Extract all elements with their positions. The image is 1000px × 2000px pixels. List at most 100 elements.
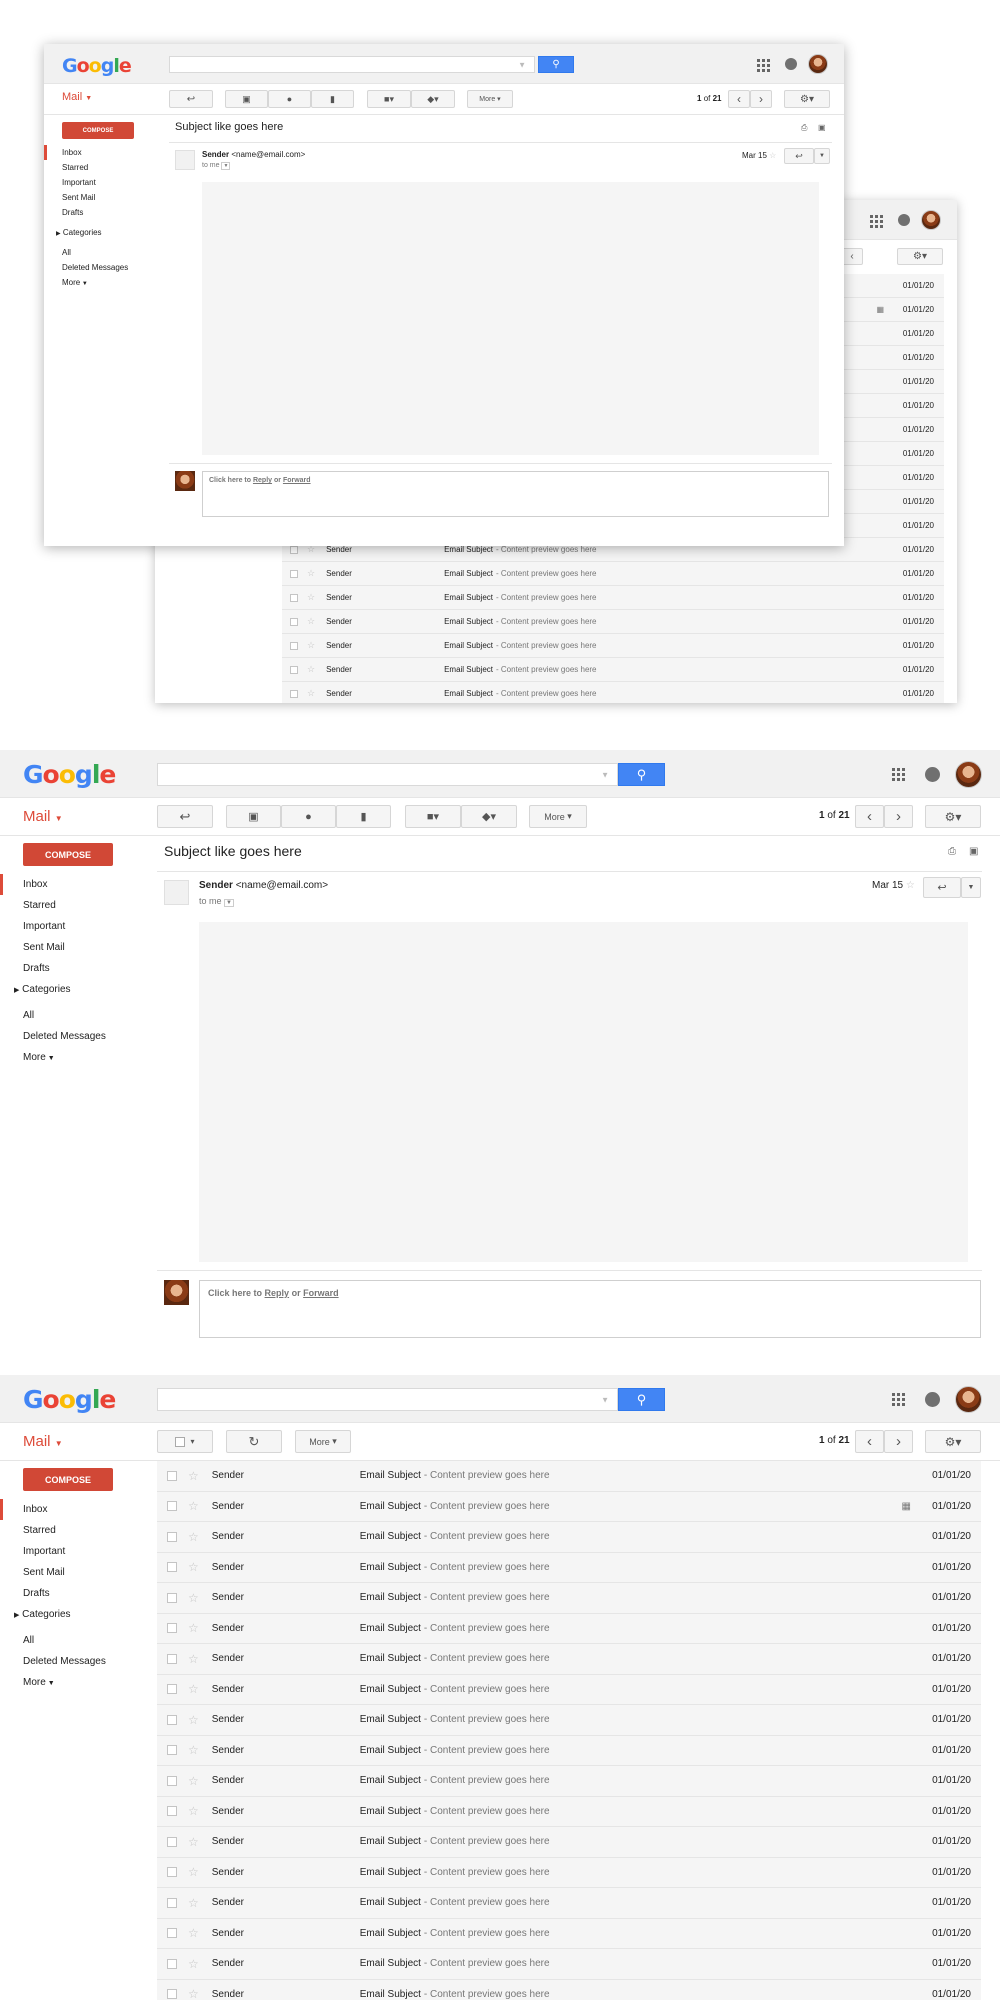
chevron-right-icon[interactable]: ›: [750, 90, 772, 108]
sidebar-item-drafts[interactable]: Drafts: [0, 1583, 150, 1604]
star-icon[interactable]: ☆: [307, 640, 315, 651]
report-spam-icon[interactable]: ●: [281, 805, 336, 828]
chevron-down-icon[interactable]: ▼: [601, 770, 609, 779]
sidebar-item-inbox[interactable]: Inbox: [44, 145, 159, 160]
mail-menu[interactable]: Mail ▼: [62, 91, 92, 103]
row-checkbox[interactable]: [290, 617, 298, 626]
table-row[interactable]: ☆ Sender Email Subject - Content preview go…: [157, 1705, 981, 1736]
table-row[interactable]: ☆ Sender Email Subject - Content preview go…: [157, 1491, 981, 1522]
star-icon[interactable]: ☆: [188, 1621, 199, 1635]
star-icon[interactable]: ☆: [307, 616, 315, 627]
row-checkbox[interactable]: [167, 1775, 177, 1786]
avatar[interactable]: [808, 54, 828, 74]
star-icon[interactable]: ☆: [188, 1682, 199, 1696]
chevron-down-icon[interactable]: ▼: [518, 60, 526, 69]
star-icon[interactable]: ☆: [188, 1804, 199, 1818]
new-window-icon[interactable]: ▣: [969, 846, 978, 857]
sidebar-item-starred[interactable]: Starred: [0, 1520, 150, 1541]
avatar[interactable]: [921, 210, 941, 230]
table-row[interactable]: ☆ Sender Email Subject - Content preview go…: [157, 1735, 981, 1766]
star-icon[interactable]: ☆: [307, 688, 315, 699]
more-button[interactable]: More ▾: [295, 1430, 351, 1453]
mail-menu[interactable]: Mail ▼: [23, 808, 63, 825]
row-checkbox[interactable]: [167, 1653, 177, 1664]
forward-link[interactable]: Forward: [303, 1288, 339, 1298]
reply-icon[interactable]: ↩: [784, 148, 814, 164]
sidebar-item-starred[interactable]: Starred: [44, 160, 159, 175]
table-row[interactable]: ☆ Sender Email Subject - Content preview go…: [282, 610, 944, 634]
table-row[interactable]: ☆ Sender Email Subject - Content preview go…: [157, 1644, 981, 1675]
star-icon[interactable]: ☆: [188, 1560, 199, 1574]
sidebar-item-deleted[interactable]: Deleted Messages: [0, 1651, 150, 1672]
star-icon[interactable]: ☆: [188, 1652, 199, 1666]
star-icon[interactable]: ☆: [188, 1865, 199, 1879]
sidebar-item-more[interactable]: More ▼: [44, 275, 159, 290]
star-icon[interactable]: ☆: [188, 1469, 199, 1483]
chevron-right-icon[interactable]: ›: [884, 805, 913, 828]
mail-menu[interactable]: Mail ▼: [23, 1433, 63, 1450]
table-row[interactable]: ☆ Sender Email Subject - Content preview go…: [282, 682, 944, 703]
search-input[interactable]: ▼: [157, 763, 618, 786]
row-checkbox[interactable]: [167, 1592, 177, 1603]
notifications-icon[interactable]: [898, 214, 910, 226]
print-icon[interactable]: ⎙: [948, 846, 956, 857]
star-icon[interactable]: ☆: [188, 1896, 199, 1910]
row-checkbox[interactable]: [167, 1897, 177, 1908]
chevron-left-icon[interactable]: ‹: [841, 248, 863, 265]
apps-icon[interactable]: [892, 1393, 905, 1406]
row-checkbox[interactable]: [167, 1714, 177, 1725]
star-icon[interactable]: ☆: [188, 1591, 199, 1605]
folder-icon[interactable]: ■▾: [367, 90, 411, 108]
sidebar-item-sent[interactable]: Sent Mail: [44, 190, 159, 205]
new-window-icon[interactable]: ▣: [818, 123, 826, 132]
star-icon[interactable]: ☆: [188, 1743, 199, 1757]
table-row[interactable]: ☆ Sender Email Subject - Content preview go…: [157, 1979, 981, 2000]
settings-icon[interactable]: ⚙▾: [897, 248, 943, 265]
table-row[interactable]: ☆ Sender Email Subject - Content preview go…: [157, 1796, 981, 1827]
search-button[interactable]: ⚲: [618, 763, 665, 786]
chevron-down-icon[interactable]: ▼: [224, 899, 234, 907]
row-checkbox[interactable]: [167, 1562, 177, 1573]
sidebar-item-all[interactable]: All: [0, 1000, 150, 1026]
sidebar-item-inbox[interactable]: Inbox: [0, 874, 150, 895]
reply-box[interactable]: Click here to Reply or Forward: [202, 471, 829, 517]
table-row[interactable]: ☆ Sender Email Subject - Content preview go…: [157, 1522, 981, 1553]
table-row[interactable]: ☆ Sender Email Subject - Content preview go…: [157, 1827, 981, 1858]
settings-icon[interactable]: ⚙▾: [784, 90, 830, 108]
sidebar-item-categories[interactable]: ▶ Categories: [0, 979, 150, 1000]
chevron-right-icon[interactable]: ›: [884, 1430, 913, 1453]
star-icon[interactable]: ☆: [307, 664, 315, 675]
reply-box[interactable]: Click here to Reply or Forward: [199, 1280, 981, 1338]
row-checkbox[interactable]: [167, 1684, 177, 1695]
sidebar-item-deleted[interactable]: Deleted Messages: [44, 260, 159, 275]
row-checkbox[interactable]: [167, 1989, 177, 2000]
sidebar-item-all[interactable]: All: [44, 240, 159, 260]
folder-icon[interactable]: ■▾: [405, 805, 461, 828]
sidebar-item-drafts[interactable]: Drafts: [0, 958, 150, 979]
settings-icon[interactable]: ⚙▾: [925, 1430, 981, 1453]
chevron-left-icon[interactable]: ‹: [855, 1430, 884, 1453]
chevron-down-icon[interactable]: ▼: [961, 877, 981, 898]
row-checkbox[interactable]: [167, 1836, 177, 1847]
star-icon[interactable]: ☆: [188, 1957, 199, 1971]
row-checkbox[interactable]: [167, 1958, 177, 1969]
apps-icon[interactable]: [870, 215, 883, 228]
star-icon[interactable]: ☆: [188, 1530, 199, 1544]
sidebar-item-deleted[interactable]: Deleted Messages: [0, 1026, 150, 1047]
table-row[interactable]: ☆ Sender Email Subject - Content preview go…: [157, 1888, 981, 1919]
more-button[interactable]: More ▾: [529, 805, 587, 828]
sidebar-item-drafts[interactable]: Drafts: [44, 205, 159, 220]
row-checkbox[interactable]: [167, 1623, 177, 1634]
star-icon[interactable]: ☆: [188, 1926, 199, 1940]
row-checkbox[interactable]: [290, 593, 298, 602]
row-checkbox[interactable]: [290, 689, 298, 698]
table-row[interactable]: ☆ Sender Email Subject - Content preview go…: [157, 1583, 981, 1614]
sidebar-item-important[interactable]: Important: [44, 175, 159, 190]
refresh-icon[interactable]: ↻: [226, 1430, 282, 1453]
sidebar-item-sent[interactable]: Sent Mail: [0, 937, 150, 958]
reply-icon[interactable]: ↩: [157, 805, 213, 828]
chevron-down-icon[interactable]: ▼: [221, 162, 231, 170]
report-spam-icon[interactable]: ●: [268, 90, 311, 108]
notifications-icon[interactable]: [925, 1392, 940, 1407]
forward-link[interactable]: Forward: [283, 477, 311, 484]
